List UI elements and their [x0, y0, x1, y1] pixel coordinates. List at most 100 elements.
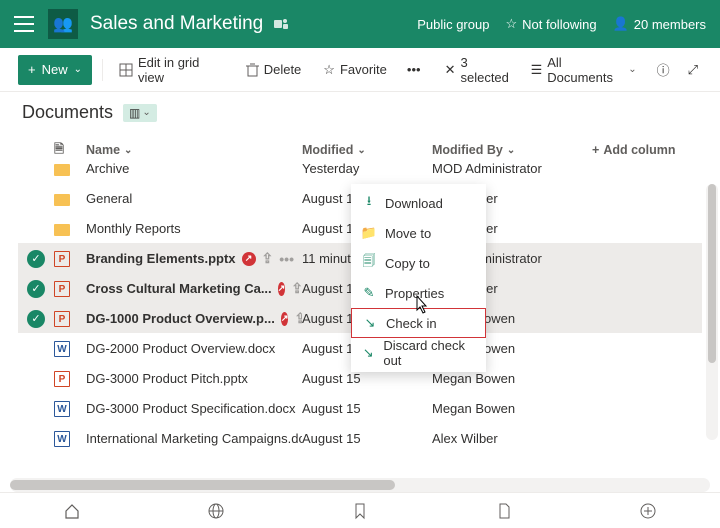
- new-button[interactable]: + New ⌄: [18, 55, 92, 85]
- view-selector[interactable]: ☰ All Documents ⌄: [525, 51, 643, 89]
- star-icon: ☆: [505, 16, 517, 32]
- file-name[interactable]: DG-3000 Product Specification.docx: [86, 401, 302, 416]
- table-row[interactable]: ArchiveYesterdayMOD Administrator: [18, 153, 702, 183]
- file-name[interactable]: Archive: [86, 161, 302, 176]
- person-icon: 👤: [613, 16, 629, 32]
- expand-button[interactable]: ⤢: [684, 58, 702, 82]
- library-title[interactable]: Documents: [22, 102, 113, 123]
- file-name[interactable]: Cross Cultural Marketing Ca...↗⇪•••: [86, 280, 302, 297]
- folder-icon: [54, 162, 86, 176]
- row-more-icon[interactable]: •••: [279, 251, 294, 267]
- row-checkbox[interactable]: ✓: [18, 250, 54, 268]
- row-checkbox[interactable]: ✓: [18, 280, 54, 298]
- nav-globe-icon[interactable]: [207, 502, 225, 520]
- docx-icon: W: [54, 340, 86, 358]
- copy-icon: 🗐: [361, 252, 377, 274]
- share-icon[interactable]: ⇪: [291, 280, 302, 297]
- chevron-down-icon: ⌄: [507, 145, 515, 156]
- menu-move-to[interactable]: 📁Move to: [351, 218, 486, 248]
- col-add[interactable]: + Add column: [592, 143, 702, 157]
- content-area: Documents ▥ ⌄ 🗎 Name⌄ Modified⌄ Modified…: [0, 92, 720, 492]
- nav-bookmark-icon[interactable]: [351, 502, 369, 520]
- modified-cell: August 15: [302, 401, 432, 416]
- folder-icon: [54, 222, 86, 236]
- favorite-button[interactable]: ☆ Favorite: [317, 58, 393, 82]
- app-header: 👥 Sales and Marketing Public group ☆Not …: [0, 0, 720, 48]
- chevron-down-icon: ⌄: [124, 145, 132, 156]
- docx-icon: W: [54, 430, 86, 448]
- modified-by-cell: MOD Administrator: [432, 161, 592, 176]
- expand-icon: ⤢: [688, 62, 698, 78]
- edit-grid-button[interactable]: Edit in grid view: [113, 51, 230, 89]
- nav-file-icon[interactable]: [495, 502, 513, 520]
- properties-icon: ✎: [361, 285, 377, 301]
- table-row[interactable]: WDG-3000 Product Specification.docxAugus…: [18, 393, 702, 423]
- file-name[interactable]: General: [86, 191, 302, 206]
- checkedout-icon: ↗: [278, 282, 286, 296]
- menu-download[interactable]: ⭳Download: [351, 188, 486, 218]
- menu-discard-checkout[interactable]: ↘Discard check out: [351, 338, 486, 368]
- pptx-icon: P: [54, 280, 86, 298]
- members-button[interactable]: 👤20 members: [613, 16, 706, 32]
- public-group-label: Public group: [417, 17, 489, 32]
- file-icon: 🗎: [54, 140, 64, 161]
- folder-icon: [54, 192, 86, 206]
- discard-icon: ↘: [361, 345, 375, 361]
- pptx-icon: P: [54, 370, 86, 388]
- cursor-pointer-icon: [411, 294, 431, 316]
- context-menu: ⭳Download 📁Move to 🗐Copy to ✎Properties …: [351, 184, 486, 372]
- nav-home-icon[interactable]: [63, 502, 81, 520]
- file-name[interactable]: Monthly Reports: [86, 221, 302, 236]
- share-icon[interactable]: ⇪: [294, 310, 302, 327]
- library-view-icon[interactable]: ▥ ⌄: [123, 104, 157, 122]
- teams-icon[interactable]: [273, 16, 289, 32]
- download-icon: ⭳: [361, 192, 377, 214]
- modified-by-cell: Megan Bowen: [432, 371, 592, 386]
- chevron-down-icon: ⌄: [357, 145, 365, 156]
- grid-icon: [119, 63, 133, 77]
- chevron-down-icon: ⌄: [74, 64, 82, 75]
- modified-cell: Yesterday: [302, 161, 432, 176]
- plus-icon: +: [28, 62, 36, 77]
- star-icon: ☆: [323, 62, 335, 78]
- horizontal-scrollbar[interactable]: [10, 478, 710, 492]
- menu-copy-to[interactable]: 🗐Copy to: [351, 248, 486, 278]
- col-type[interactable]: 🗎: [54, 140, 86, 161]
- hamburger-menu-icon[interactable]: [14, 16, 34, 32]
- breadcrumb: Documents ▥ ⌄: [0, 92, 720, 131]
- pptx-icon: P: [54, 250, 86, 268]
- delete-button[interactable]: Delete: [240, 58, 308, 81]
- site-title: Sales and Marketing: [90, 13, 263, 35]
- info-button[interactable]: ⓘ: [653, 56, 674, 83]
- file-name[interactable]: DG-1000 Product Overview.p...↗⇪•••: [86, 310, 302, 327]
- table-row[interactable]: WInternational Marketing Campaigns.docxA…: [18, 423, 702, 453]
- close-icon: ✕: [445, 62, 456, 78]
- modified-by-cell: Alex Wilber: [432, 431, 592, 446]
- more-icon: •••: [407, 62, 421, 77]
- nav-add-icon[interactable]: [639, 502, 657, 520]
- selection-count[interactable]: ✕ 3 selected: [445, 55, 515, 85]
- share-icon[interactable]: ⇪: [262, 250, 274, 267]
- row-checkbox[interactable]: ✓: [18, 310, 54, 328]
- more-button[interactable]: •••: [403, 58, 425, 81]
- file-name[interactable]: DG-2000 Product Overview.docx: [86, 341, 302, 356]
- col-modified-by[interactable]: Modified By⌄: [432, 143, 592, 157]
- col-name[interactable]: Name⌄: [86, 143, 302, 157]
- site-logo[interactable]: 👥: [48, 9, 78, 39]
- header-right: Public group ☆Not following 👤20 members: [417, 16, 706, 32]
- trash-icon: [246, 63, 259, 77]
- file-name[interactable]: International Marketing Campaigns.docx: [86, 431, 302, 446]
- pptx-icon: P: [54, 310, 86, 328]
- vertical-scrollbar[interactable]: [706, 184, 718, 440]
- docx-icon: W: [54, 400, 86, 418]
- col-modified[interactable]: Modified⌄: [302, 143, 432, 157]
- modified-cell: August 15: [302, 371, 432, 386]
- bottom-nav: [0, 492, 720, 528]
- file-name[interactable]: DG-3000 Product Pitch.pptx: [86, 371, 302, 386]
- modified-by-cell: Megan Bowen: [432, 401, 592, 416]
- checkedout-icon: ↗: [242, 252, 256, 266]
- follow-button[interactable]: ☆Not following: [505, 16, 596, 32]
- file-name[interactable]: Branding Elements.pptx↗⇪•••: [86, 250, 302, 267]
- command-bar: + New ⌄ Edit in grid view Delete ☆ Favor…: [0, 48, 720, 92]
- modified-cell: August 15: [302, 431, 432, 446]
